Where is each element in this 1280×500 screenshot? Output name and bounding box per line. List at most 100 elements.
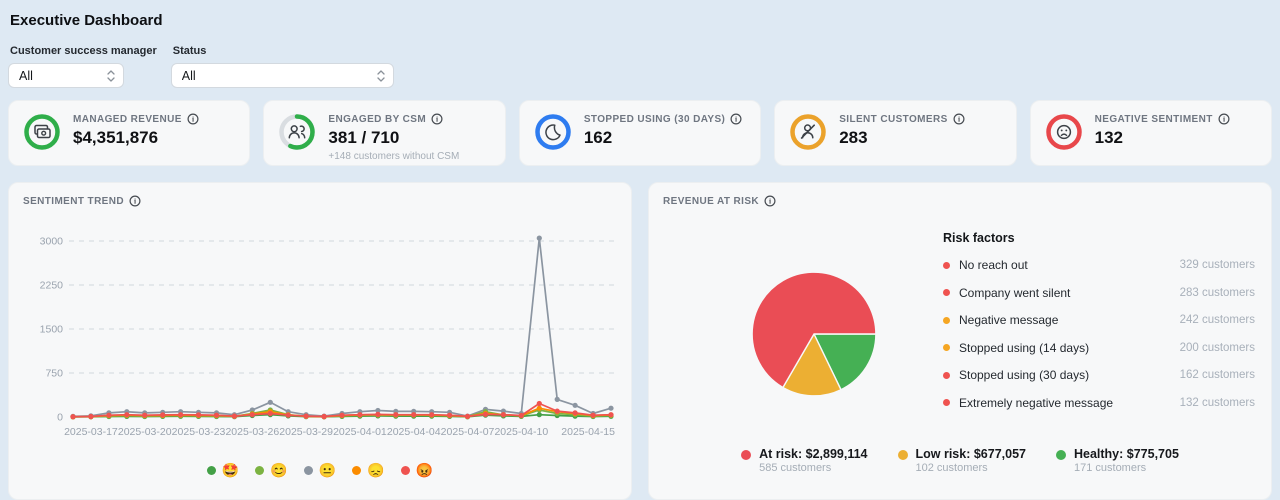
risk-factor-count: 242 customers	[1180, 314, 1255, 326]
risk-dot	[943, 399, 950, 406]
svg-text:i: i	[134, 197, 136, 206]
svg-text:750: 750	[45, 368, 63, 380]
csm-filter-label: Customer success manager	[10, 45, 157, 57]
legend-item-angry[interactable]: 😡	[401, 463, 433, 477]
filter-status: Status All	[171, 45, 394, 88]
smiling-emoji-icon: 😊	[270, 463, 287, 477]
risk-dot	[943, 317, 950, 324]
risk-factors-list: Risk factors No reach out329 customersCo…	[943, 231, 1255, 423]
svg-text:i: i	[1223, 115, 1225, 124]
kpi-label: SILENT CUSTOMERS	[839, 114, 947, 125]
disappointed-emoji-icon: 😞	[367, 463, 384, 477]
status-filter-label: Status	[173, 45, 394, 57]
kpi-value: 381 / 710	[328, 128, 459, 148]
risk-factor-label: Negative message	[959, 313, 1058, 327]
kpi-label: NEGATIVE SENTIMENT	[1095, 114, 1213, 125]
legend-item-disappointed[interactable]: 😞	[352, 463, 384, 477]
kpi-subtext: +148 customers without CSM	[328, 151, 459, 162]
page-title: Executive Dashboard	[10, 12, 1272, 29]
risk-factor-count: 283 customers	[1180, 287, 1255, 299]
pie-legend-item: Low risk: $677,057102 customers	[898, 447, 1026, 474]
status-select[interactable]: All	[171, 63, 394, 88]
info-icon[interactable]: i	[953, 113, 965, 125]
pie-legend-sub: 102 customers	[916, 462, 1026, 474]
info-icon[interactable]: i	[431, 113, 443, 125]
risk-factor-label: No reach out	[959, 258, 1028, 272]
info-icon[interactable]: i	[1218, 113, 1230, 125]
info-icon[interactable]: i	[187, 113, 199, 125]
info-icon[interactable]: i	[730, 113, 742, 125]
svg-text:3000: 3000	[40, 236, 64, 248]
info-icon[interactable]: i	[764, 195, 776, 207]
smiling-legend-dot	[255, 466, 264, 475]
svg-text:2025-04-15: 2025-04-15	[561, 426, 615, 438]
sad-face-icon	[1044, 112, 1084, 152]
risk-factor-count: 162 customers	[1180, 369, 1255, 381]
disappointed-legend-dot	[352, 466, 361, 475]
svg-text:0: 0	[57, 412, 63, 424]
risk-factor-count: 200 customers	[1180, 342, 1255, 354]
kpi-label: STOPPED USING (30 DAYS)	[584, 114, 725, 125]
people-icon	[277, 112, 317, 152]
risk-factor-count: 132 customers	[1180, 397, 1255, 409]
revenue-at-risk-title: REVENUE AT RISK	[663, 196, 759, 207]
risk-factor-row: Extremely negative message 132 customers	[943, 396, 1255, 410]
angry-legend-dot	[401, 466, 410, 475]
csm-select[interactable]: All	[8, 63, 124, 88]
star-struck-emoji-icon: 🤩	[222, 463, 239, 477]
revenue-at-risk-panel: REVENUE AT RISK i Risk factors No reach …	[648, 182, 1272, 500]
risk-dot	[943, 262, 950, 269]
kpi-card-negative-sentiment: NEGATIVE SENTIMENT i 132	[1030, 100, 1272, 166]
kpi-card-engaged-by-csm: ENGAGED BY CSM i 381 / 710 +148 customer…	[263, 100, 505, 166]
legend-item-smiling[interactable]: 😊	[255, 463, 287, 477]
kpi-value: 132	[1095, 128, 1230, 148]
pie-legend-sub: 171 customers	[1074, 462, 1179, 474]
kpi-label: MANAGED REVENUE	[73, 114, 182, 125]
risk-factor-label: Extremely negative message	[959, 396, 1113, 410]
filters-bar: Customer success manager All Status All	[8, 45, 1272, 88]
svg-text:i: i	[769, 197, 771, 206]
svg-text:2025-03-20: 2025-03-20	[118, 426, 172, 438]
sentiment-trend-title: SENTIMENT TREND	[23, 196, 124, 207]
kpi-value: $4,351,876	[73, 128, 199, 148]
legend-item-star-struck[interactable]: 🤩	[207, 463, 239, 477]
pie-legend-dot	[741, 450, 751, 460]
svg-text:2025-04-01: 2025-04-01	[333, 426, 387, 438]
info-icon[interactable]: i	[129, 195, 141, 207]
pie-legend-label: Low risk: $677,057	[916, 447, 1026, 461]
svg-text:2250: 2250	[40, 280, 64, 292]
svg-text:i: i	[192, 115, 194, 124]
risk-factor-row: Company went silent283 customers	[943, 286, 1255, 300]
banknote-icon	[22, 112, 62, 152]
svg-text:2025-04-07: 2025-04-07	[441, 426, 495, 438]
svg-text:i: i	[958, 115, 960, 124]
pie-legend-label: Healthy: $775,705	[1074, 447, 1179, 461]
svg-text:2025-03-23: 2025-03-23	[172, 426, 226, 438]
angry-emoji-icon: 😡	[416, 463, 433, 477]
pie-legend-dot	[1056, 450, 1066, 460]
kpi-card-silent-customers: SILENT CUSTOMERS i 283	[774, 100, 1016, 166]
svg-text:i: i	[735, 115, 737, 124]
kpi-value: 283	[839, 128, 964, 148]
pie-legend-item: Healthy: $775,705171 customers	[1056, 447, 1179, 474]
kpi-card-stopped-using: STOPPED USING (30 DAYS) i 162	[519, 100, 761, 166]
sentiment-trend-chart[interactable]: 07501500225030002025-03-172025-03-202025…	[23, 209, 619, 459]
svg-text:2025-03-29: 2025-03-29	[279, 426, 333, 438]
risk-dot	[943, 344, 950, 351]
svg-text:i: i	[436, 115, 438, 124]
person-slash-icon	[788, 112, 828, 152]
pie-legend-sub: 585 customers	[759, 462, 867, 474]
revenue-risk-pie-chart[interactable]	[739, 259, 889, 409]
risk-factor-row: Stopped using (14 days)200 customers	[943, 341, 1255, 355]
risk-factor-row: Negative message 242 customers	[943, 313, 1255, 327]
pie-legend: At risk: $2,899,114585 customers Low risk…	[663, 447, 1257, 474]
risk-factor-row: Stopped using (30 days)162 customers	[943, 368, 1255, 382]
risk-dot	[943, 372, 950, 379]
legend-item-neutral[interactable]: 😐	[304, 463, 336, 477]
pie-legend-item: At risk: $2,899,114585 customers	[741, 447, 867, 474]
kpi-label: ENGAGED BY CSM	[328, 114, 426, 125]
risk-factor-row: No reach out329 customers	[943, 258, 1255, 272]
kpi-card-managed-revenue: MANAGED REVENUE i $4,351,876	[8, 100, 250, 166]
svg-text:2025-03-26: 2025-03-26	[225, 426, 279, 438]
star-struck-legend-dot	[207, 466, 216, 475]
